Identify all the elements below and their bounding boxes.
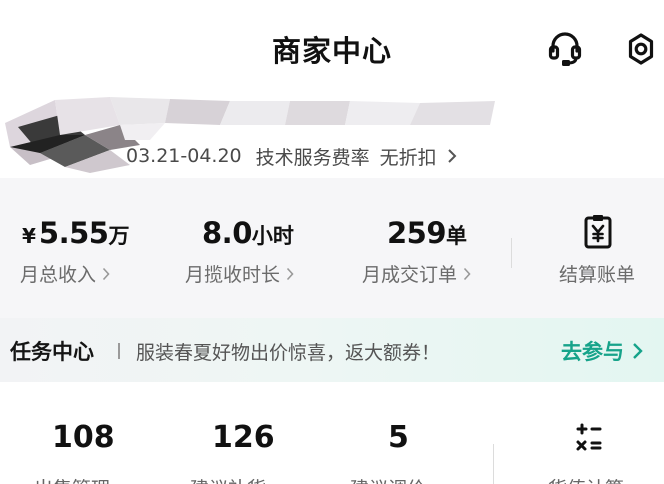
quick-label: 建议补货 [190, 474, 266, 484]
stat-value: 259 [387, 216, 447, 250]
chevron-right-icon [102, 267, 110, 280]
calculator-icon [576, 423, 602, 451]
chevron-right-icon [286, 267, 294, 280]
stat-unit: 万 [108, 224, 130, 248]
settlement-label: 结算账单 [559, 264, 636, 286]
fee-rate-value: 无折扣 [379, 146, 437, 169]
task-center-banner[interactable]: 任务中心 服装春夏好物出价惊喜，返大额券！ 去参与 [0, 318, 664, 382]
stat-label: 月总收入 [20, 264, 97, 286]
bill-yen-icon [584, 215, 612, 249]
customer-service-icon[interactable] [548, 30, 582, 68]
stat-label: 月成交订单 [362, 264, 458, 286]
stat-unit: 小时 [251, 224, 294, 248]
quick-value: 108 [52, 420, 115, 455]
stat-label: 月揽收时长 [185, 264, 281, 286]
shop-banner[interactable]: 03.21-04.20 技术服务费率 无折扣 [0, 95, 664, 175]
chevron-right-icon [447, 149, 457, 163]
task-separator [118, 343, 120, 359]
currency-symbol: ¥ [22, 224, 36, 248]
quick-divider [493, 444, 494, 484]
task-center-title: 任务中心 [10, 340, 94, 364]
quick-label: 出售管理 [34, 474, 110, 484]
stat-value: 8.0 [202, 216, 252, 250]
fee-rate-row[interactable]: 03.21-04.20 技术服务费率 无折扣 [126, 143, 457, 169]
task-description: 服装春夏好物出价惊喜，返大额券！ [136, 342, 441, 364]
chevron-right-icon [463, 267, 471, 280]
quick-value: 5 [388, 420, 409, 455]
fee-rate-label: 技术服务费率 [255, 146, 370, 169]
monthly-stats-panel: ¥5.55万 月总收入 8.0小时 月揽收时长 259单 月成交订单 结算账单 [0, 178, 664, 318]
quick-label: 建议调价 [350, 474, 426, 484]
billing-period: 03.21-04.20 [126, 145, 242, 167]
quick-label: 货值计算 [548, 474, 624, 484]
quick-value: 126 [212, 420, 275, 455]
stats-divider [511, 238, 512, 268]
inventory-quick-bar: 108 出售管理 126 建议补货 5 建议调价 货值计算 [0, 382, 664, 484]
join-task-label: 去参与 [561, 340, 624, 364]
top-bar: 商家中心 [0, 0, 664, 100]
stat-value: 5.55 [38, 216, 109, 250]
chevron-right-icon [633, 343, 643, 359]
join-task-link[interactable]: 去参与 [561, 336, 643, 366]
stat-unit: 单 [446, 224, 468, 248]
settings-icon[interactable] [624, 30, 658, 68]
